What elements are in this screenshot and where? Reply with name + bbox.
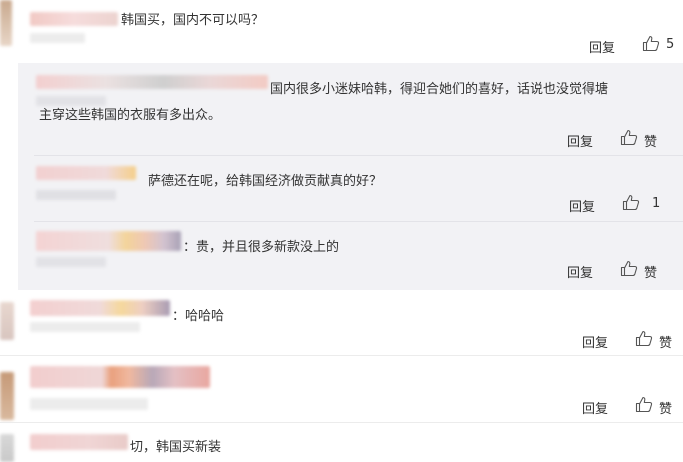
username-pixelated[interactable] bbox=[30, 366, 210, 388]
thumbs-up-icon[interactable] bbox=[635, 330, 653, 347]
reply-text: ：贵，并且很多新款没上的 bbox=[183, 240, 340, 255]
reply-text-line2: 主穿这些韩国的衣服有多出众。 bbox=[39, 108, 222, 123]
divider bbox=[34, 221, 683, 222]
avatar[interactable] bbox=[0, 0, 12, 46]
username-pixelated[interactable] bbox=[30, 300, 170, 316]
user-info-pixelated bbox=[30, 398, 148, 410]
divider bbox=[34, 155, 683, 156]
username-pixelated[interactable] bbox=[36, 231, 181, 251]
username-pixelated[interactable] bbox=[30, 434, 128, 450]
reply-button[interactable]: 回复 bbox=[582, 332, 608, 351]
avatar[interactable] bbox=[0, 302, 14, 340]
like-label[interactable]: 赞 bbox=[659, 398, 672, 417]
like-label[interactable]: 赞 bbox=[644, 262, 657, 281]
reply-text-line1: 国内很多小迷妹哈韩，得迎合她们的喜好，话说也没觉得塘 bbox=[270, 82, 609, 97]
username-pixelated[interactable] bbox=[30, 12, 118, 26]
comment-text: ：哈哈哈 bbox=[172, 309, 225, 324]
avatar[interactable] bbox=[0, 434, 14, 462]
comment-text: 韩国买，国内不可以吗？ bbox=[121, 13, 265, 28]
thumbs-up-icon[interactable] bbox=[635, 396, 653, 413]
reply-button[interactable]: 回复 bbox=[569, 196, 595, 215]
thumbs-up-icon[interactable] bbox=[642, 35, 660, 52]
reply-button[interactable]: 回复 bbox=[567, 262, 593, 281]
avatar[interactable] bbox=[0, 372, 14, 420]
like-count: 5 bbox=[666, 37, 675, 52]
like-label[interactable]: 赞 bbox=[644, 131, 657, 150]
reply-button[interactable]: 回复 bbox=[582, 398, 608, 417]
divider bbox=[0, 422, 683, 423]
like-count: 1 bbox=[652, 196, 661, 211]
user-info-pixelated bbox=[30, 322, 140, 332]
thumbs-up-icon[interactable] bbox=[620, 260, 638, 277]
comment-text: 切，韩国买新装 bbox=[130, 440, 222, 455]
reply-button[interactable]: 回复 bbox=[567, 131, 593, 150]
user-info-pixelated bbox=[30, 33, 85, 43]
divider bbox=[0, 355, 683, 356]
thumbs-up-icon[interactable] bbox=[622, 194, 640, 211]
user-info-pixelated bbox=[36, 190, 116, 200]
like-label[interactable]: 赞 bbox=[659, 332, 672, 351]
reply-button[interactable]: 回复 bbox=[589, 37, 615, 56]
thumbs-up-icon[interactable] bbox=[620, 129, 638, 146]
reply-text: 萨德还在呢，给韩国经济做贡献真的好？ bbox=[148, 174, 383, 189]
username-pixelated[interactable] bbox=[36, 75, 268, 89]
username-pixelated[interactable] bbox=[36, 166, 136, 180]
user-info-pixelated bbox=[36, 257, 106, 267]
